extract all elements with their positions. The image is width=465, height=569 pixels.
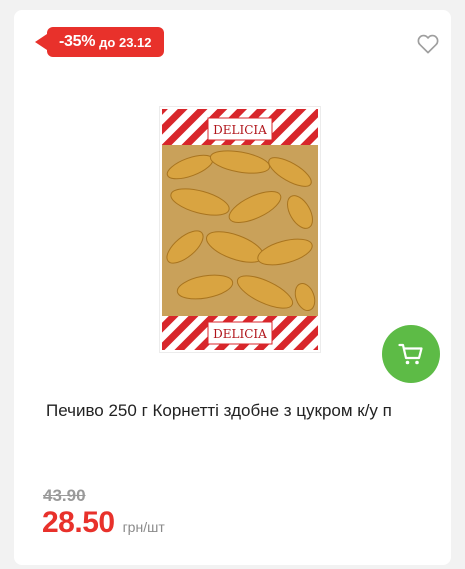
price-row: 28.50 грн/шт — [42, 506, 165, 540]
brand-label-bottom: DELICIA — [213, 327, 267, 341]
product-package-image: DELICIA DELICIA — [160, 107, 320, 352]
discount-badge: -35% до 23.12 — [35, 27, 164, 57]
favorite-button[interactable] — [415, 32, 441, 56]
product-card[interactable]: -35% до 23.12 DELICIA DELICIA Печиво 250… — [14, 10, 451, 565]
brand-label-top: DELICIA — [213, 123, 267, 137]
product-image[interactable]: DELICIA DELICIA — [160, 107, 320, 352]
cart-icon — [398, 343, 423, 365]
discount-percent: -35% — [59, 33, 96, 50]
price-unit: грн/шт — [122, 519, 165, 535]
current-price: 28.50 — [42, 506, 115, 539]
product-name[interactable]: Печиво 250 г Корнетті здобне з цукром к/… — [46, 398, 436, 423]
discount-until-date: до 23.12 — [99, 34, 152, 50]
heart-outline-icon — [417, 34, 439, 54]
add-to-cart-button[interactable] — [382, 325, 440, 383]
old-price: 43.90 — [43, 486, 86, 505]
